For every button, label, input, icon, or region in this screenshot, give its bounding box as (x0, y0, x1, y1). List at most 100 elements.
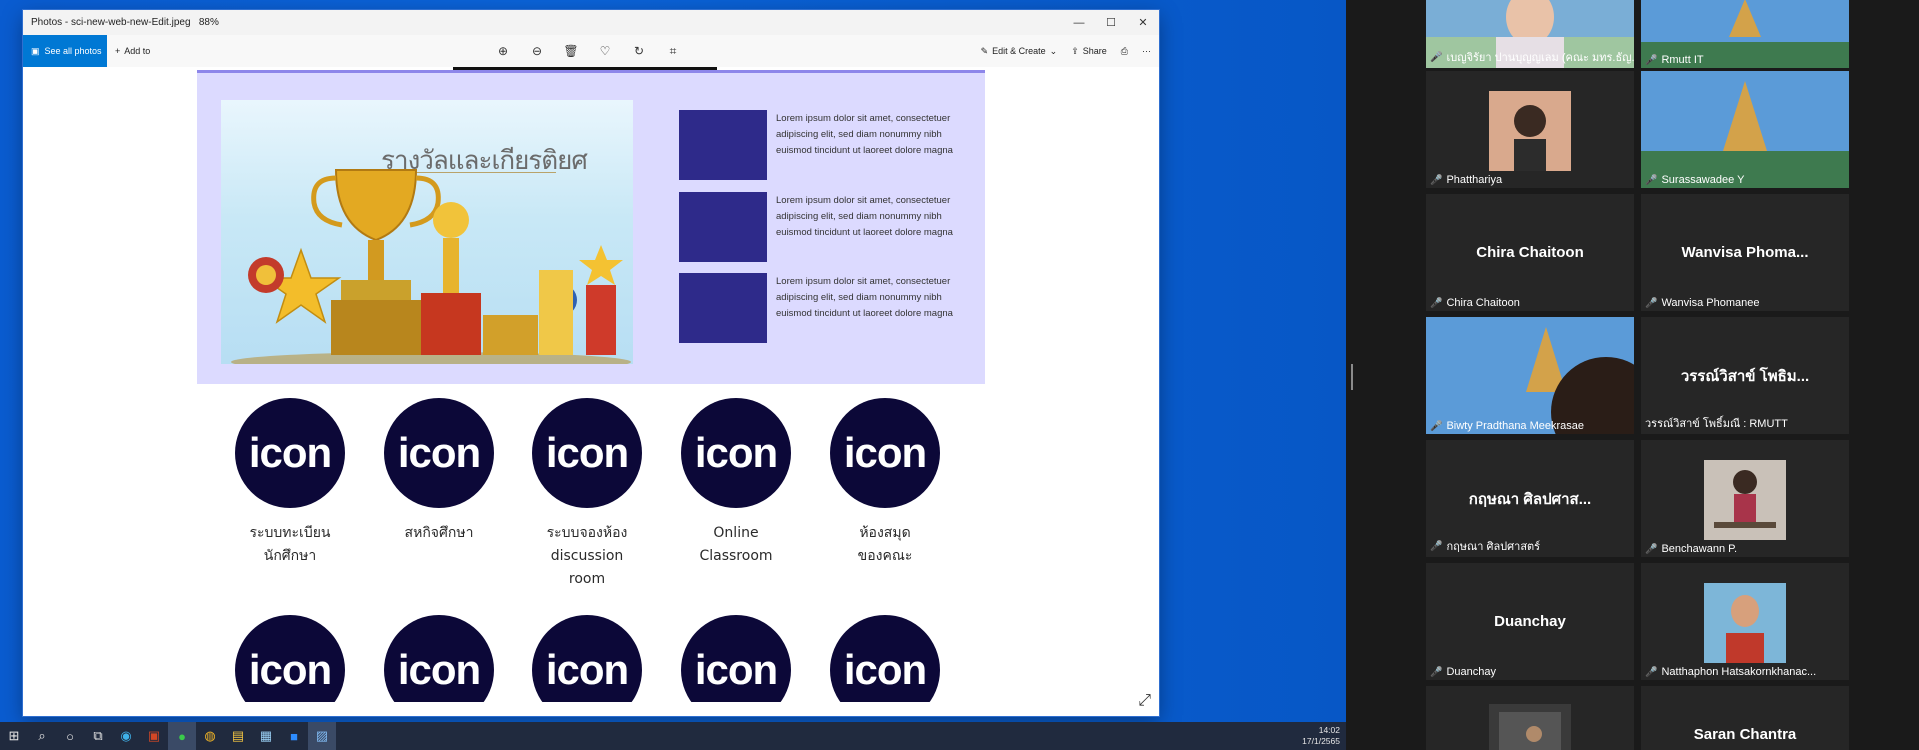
delete-icon[interactable]: 🗑 (563, 44, 579, 58)
service-label: Online Classroom (681, 522, 791, 568)
edge-icon[interactable]: ◉ (112, 722, 140, 750)
participant-photo (1489, 704, 1571, 750)
close-button[interactable]: ✕ (1127, 10, 1159, 35)
see-all-label: See all photos (44, 46, 102, 56)
fullscreen-icon[interactable]: ⤢ (1138, 692, 1151, 710)
awards-banner: รางวัลและเกียรติยศ (221, 100, 633, 364)
image-viewer: รางวัลและเกียรติยศ Lorem ipsum dolor sit… (23, 67, 1159, 716)
clock-date: 17/1/2565 (1302, 736, 1340, 746)
service-item: icon ระบบทะเบียน นักศึกษา (235, 398, 345, 568)
panel-splitter-handle[interactable] (1351, 364, 1353, 390)
feature-thumbnail (679, 192, 767, 262)
share-button[interactable]: ⇪ Share (1071, 46, 1107, 57)
zoom-app-icon[interactable]: ■ (280, 722, 308, 750)
participant-display-name: Duanchay (1494, 613, 1566, 630)
service-label-line: Classroom (699, 548, 773, 564)
muted-mic-icon: 🎤 (1430, 420, 1443, 432)
service-label-line: ระบบทะเบียน (249, 525, 331, 541)
feature-text: Lorem ipsum dolor sit amet, consectetuer… (776, 276, 953, 319)
muted-mic-icon: 🎤 (1645, 297, 1658, 309)
service-label-line: Online (713, 525, 759, 541)
window-title: Photos - sci-new-web-new-Edit.jpeg 88% (31, 17, 1063, 28)
plus-icon: + (115, 46, 121, 56)
task-view-icon[interactable]: ⧉ (84, 722, 112, 750)
system-clock[interactable]: 14:02 17/1/2565 (1302, 725, 1340, 747)
participant-tile[interactable]: 🎤 Phatthariya (1426, 71, 1634, 188)
feature-thumbnail (679, 273, 767, 343)
zoom-in-icon[interactable]: ⊕ (495, 44, 511, 58)
participant-name: 🎤 Duanchay (1430, 666, 1496, 678)
right-tools: ✎ Edit & Create ⌄ ⇪ Share ⎙ ··· (981, 35, 1151, 67)
line-icon[interactable]: ● (168, 722, 196, 750)
window-title-text: Photos - sci-new-web-new-Edit.jpeg (31, 17, 191, 28)
service-icon: icon (384, 398, 494, 508)
start-icon[interactable]: ⊞ (0, 722, 28, 750)
file-explorer-icon[interactable]: ▤ (224, 722, 252, 750)
service-label: ระบบจองห้อง discussion room (532, 522, 642, 591)
participant-tile[interactable]: 🎤 Biwty Pradthana Meekrasae (1426, 317, 1634, 434)
service-icon: icon (681, 398, 791, 508)
service-icon: icon (532, 615, 642, 716)
zoom-level: 88% (198, 17, 219, 28)
participant-tile[interactable]: 🎤 Natthaphon Hatsakornkhanac... (1641, 563, 1849, 680)
print-icon: ⎙ (1120, 45, 1128, 56)
search-icon[interactable]: ⌕ (28, 722, 56, 750)
print-button[interactable]: ⎙ (1121, 46, 1128, 57)
favorite-icon[interactable]: ♡ (597, 44, 613, 58)
participant-tile[interactable]: 🎤 Benchawann P. (1641, 440, 1849, 557)
service-label-line: ของคณะ (857, 548, 913, 564)
participant-tile[interactable]: 🎤 Rmutt IT (1641, 0, 1849, 68)
participant-name: 🎤 Chira Chaitoon (1430, 297, 1520, 309)
feature-item: Lorem ipsum dolor sit amet, consectetuer… (679, 192, 953, 264)
participant-name: 🎤 Natthaphon Hatsakornkhanac... (1645, 666, 1817, 678)
trophies-illustration (231, 169, 631, 364)
participant-tile[interactable]: Saran Chantra (1641, 686, 1849, 750)
powerpoint-icon[interactable]: ▣ (140, 722, 168, 750)
participant-tile[interactable]: Wanvisa Phoma... 🎤 Wanvisa Phomanee (1641, 194, 1849, 311)
rotate-icon[interactable]: ↻ (631, 44, 647, 58)
service-item: icon สหกิจศึกษา (384, 398, 494, 545)
participant-tile[interactable] (1426, 686, 1634, 750)
photos-app-icon[interactable]: ▨ (308, 722, 336, 750)
service-item: icon (681, 615, 791, 716)
feature-item: Lorem ipsum dolor sit amet, consectetuer… (679, 273, 953, 345)
muted-mic-icon: 🎤 (1430, 51, 1443, 63)
share-label: Share (1082, 46, 1107, 56)
feature-text: Lorem ipsum dolor sit amet, consectetuer… (776, 195, 953, 238)
maximize-button[interactable]: ☐ (1095, 10, 1127, 35)
participant-tile[interactable]: กฤษณา ศิลปศาส... 🎤 กฤษณา ศิลปศาสตร์ (1426, 440, 1634, 557)
participant-video (1426, 317, 1634, 434)
cortana-icon[interactable]: ○ (56, 722, 84, 750)
zoom-out-icon[interactable]: ⊖ (529, 44, 545, 58)
service-label-line: ระบบจองห้อง (546, 525, 628, 541)
edit-create-button[interactable]: ✎ Edit & Create ⌄ (981, 46, 1058, 57)
participant-tile[interactable]: Duanchay 🎤 Duanchay (1426, 563, 1634, 680)
muted-mic-icon: 🎤 (1430, 174, 1443, 186)
service-icon: icon (235, 615, 345, 716)
more-button[interactable]: ··· (1142, 46, 1151, 56)
participant-name: 🎤 Wanvisa Phomanee (1645, 297, 1760, 309)
participant-tile[interactable]: วรรณ์วิสาข์ โพธิม... วรรณ์วิสาข์ โพธิ์มณ… (1641, 317, 1849, 434)
photos-toolbar: ▣ See all photos + Add to ⊕ ⊖ 🗑 ♡ ↻ ⌗ ✎ … (23, 35, 1159, 67)
hero-section: รางวัลและเกียรติยศ Lorem ipsum dolor sit… (197, 70, 985, 384)
chrome-icon[interactable]: ◍ (196, 722, 224, 750)
participant-tile[interactable]: 🎤 เบญจิรัยา ปานบุญญเลม (คณะ มทร.ธัญ... (1426, 0, 1634, 68)
minimize-button[interactable]: — (1063, 10, 1095, 35)
photos-icon: ▣ (31, 45, 40, 56)
participant-tile[interactable]: 🎤 Surassawadee Y (1641, 71, 1849, 188)
more-icon: ··· (1142, 46, 1151, 56)
participant-tile[interactable]: Chira Chaitoon 🎤 Chira Chaitoon (1426, 194, 1634, 311)
crop-icon[interactable]: ⌗ (665, 44, 681, 59)
participant-photo (1704, 460, 1786, 540)
participant-name: 🎤 Phatthariya (1430, 174, 1503, 186)
add-to-button[interactable]: + Add to (107, 46, 150, 56)
participant-name: วรรณ์วิสาข์ โพธิ์มณี : RMUTT (1645, 418, 1788, 430)
image-tools: ⊕ ⊖ 🗑 ♡ ↻ ⌗ (495, 35, 681, 67)
edit-icon: ✎ (980, 45, 989, 56)
see-all-photos-button[interactable]: ▣ See all photos (23, 35, 107, 67)
participant-name: 🎤 Surassawadee Y (1645, 174, 1745, 186)
service-icon: icon (830, 615, 940, 716)
notepad-icon[interactable]: ▦ (252, 722, 280, 750)
muted-mic-icon: 🎤 (1645, 543, 1658, 555)
share-icon: ⇪ (1071, 45, 1079, 56)
